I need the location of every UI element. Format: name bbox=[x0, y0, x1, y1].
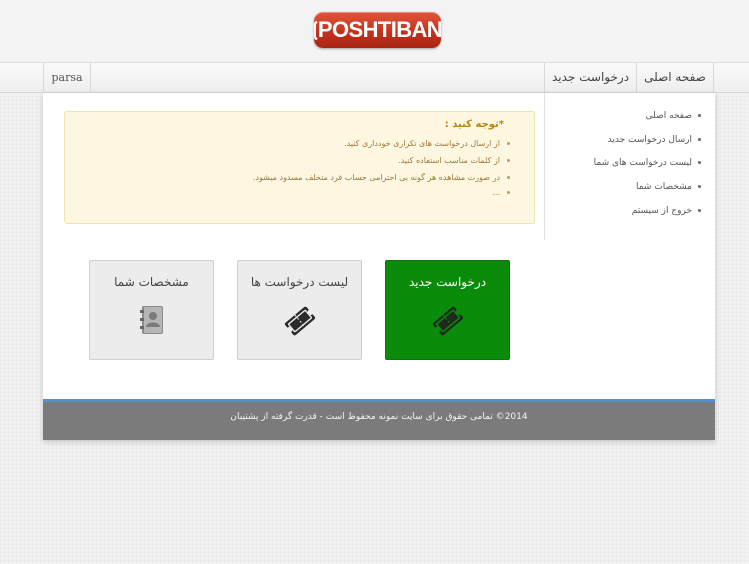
main-container: صفحه اصلی ارسال درخواست جدید لیست درخواس… bbox=[43, 93, 715, 440]
bullet-icon bbox=[698, 161, 701, 164]
profile-tile[interactable]: مشخصات شما bbox=[89, 260, 214, 360]
sidebar-item-logout[interactable]: خروج از سیستم bbox=[632, 206, 701, 216]
header-band: POSHTIBAN bbox=[0, 0, 749, 62]
top-navbar: صفحه اصلی درخواست جدید parsa bbox=[0, 62, 749, 93]
footer-copyright: 2014© تمامی حقوق برای سایت نمونه محفوظ ا… bbox=[230, 412, 528, 422]
sidebar-item-new-request[interactable]: ارسال درخواست جدید bbox=[608, 135, 701, 145]
notice-line-text: ... bbox=[492, 188, 500, 197]
notice-line-text: از ارسال درخواست های تکراری خودداری کنید… bbox=[344, 139, 500, 148]
bullet-icon bbox=[507, 191, 510, 194]
logo[interactable]: POSHTIBAN bbox=[314, 12, 441, 48]
ticket-icon bbox=[430, 304, 466, 342]
sidebar-item-label: لیست درخواست های شما bbox=[593, 158, 692, 168]
bullet-icon bbox=[507, 159, 510, 162]
logo-ring-icon bbox=[314, 20, 319, 40]
sidebar-item-request-list[interactable]: لیست درخواست های شما bbox=[594, 158, 701, 168]
request-list-tile[interactable]: لیست درخواست ها bbox=[237, 260, 362, 360]
sidebar-item-label: مشخصات شما bbox=[635, 182, 692, 192]
bullet-icon bbox=[507, 176, 510, 179]
nav-user-menu[interactable]: parsa bbox=[43, 63, 91, 92]
notice-box: *توجه کنید : از ارسال درخواست های تکراری… bbox=[64, 111, 535, 224]
address-book-icon bbox=[138, 304, 166, 340]
notice-line-text: از کلمات مناسب استفاده کنید. bbox=[398, 156, 500, 165]
sidebar: صفحه اصلی ارسال درخواست جدید لیست درخواس… bbox=[544, 93, 715, 240]
nav-new-request[interactable]: درخواست جدید bbox=[544, 63, 636, 92]
notice-line: در صورت مشاهده هر گونه بی احترامی حساب ف… bbox=[253, 173, 510, 182]
tile-label: لیست درخواست ها bbox=[250, 275, 349, 289]
notice-line: از کلمات مناسب استفاده کنید. bbox=[398, 156, 510, 165]
sidebar-item-label: صفحه اصلی bbox=[645, 111, 692, 121]
bullet-icon bbox=[698, 185, 701, 188]
logo-text: POSHTIBAN bbox=[317, 17, 441, 42]
notice-line: ... bbox=[492, 188, 510, 197]
notice-title: *توجه کنید : bbox=[444, 119, 504, 130]
bullet-icon bbox=[698, 114, 701, 117]
tile-label: مشخصات شما bbox=[114, 275, 189, 289]
tile-label: درخواست جدید bbox=[408, 275, 487, 289]
sidebar-item-label: ارسال درخواست جدید bbox=[607, 135, 692, 145]
nav-home[interactable]: صفحه اصلی bbox=[636, 63, 714, 92]
bullet-icon bbox=[698, 209, 701, 212]
notice-line-text: در صورت مشاهده هر گونه بی احترامی حساب ف… bbox=[252, 173, 500, 182]
sidebar-item-home[interactable]: صفحه اصلی bbox=[646, 111, 701, 121]
ticket-icon bbox=[282, 304, 318, 342]
notice-line: از ارسال درخواست های تکراری خودداری کنید… bbox=[344, 139, 510, 148]
new-request-tile[interactable]: درخواست جدید bbox=[385, 260, 510, 360]
bullet-icon bbox=[698, 138, 701, 141]
footer: 2014© تمامی حقوق برای سایت نمونه محفوظ ا… bbox=[43, 399, 715, 440]
sidebar-item-label: خروج از سیستم bbox=[631, 206, 692, 216]
sidebar-item-profile[interactable]: مشخصات شما bbox=[636, 182, 701, 192]
bullet-icon bbox=[507, 142, 510, 145]
